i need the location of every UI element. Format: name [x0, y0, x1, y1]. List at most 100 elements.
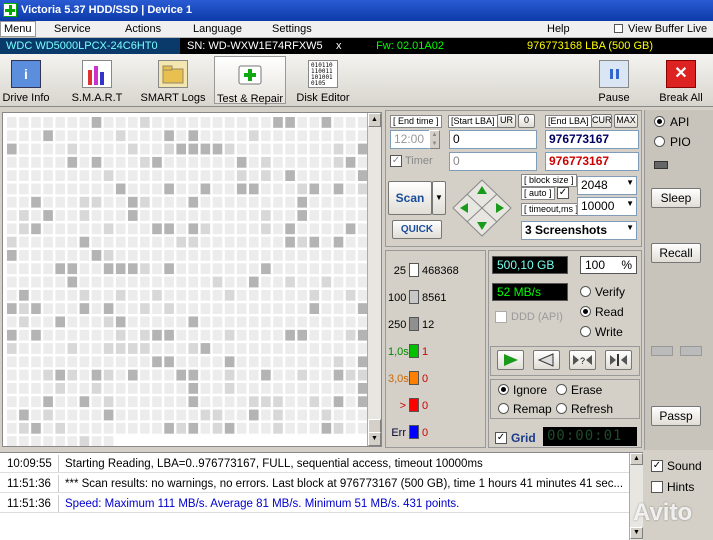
passp-button[interactable]: Passp: [651, 406, 701, 426]
timer-checkbox[interactable]: ✓: [390, 155, 402, 167]
sleep-button[interactable]: Sleep: [651, 188, 701, 208]
block-cell: [176, 143, 186, 155]
grid-scrollbar[interactable]: ▲ ▼: [367, 113, 381, 446]
grid-checkbox[interactable]: ✓: [495, 432, 507, 444]
play-forward-icon[interactable]: [497, 350, 524, 370]
ur-button[interactable]: UR: [497, 114, 516, 128]
block-cell: [261, 143, 271, 155]
api-radio[interactable]: [654, 116, 665, 127]
scan-button[interactable]: Scan: [388, 181, 432, 215]
block-cell: [67, 117, 78, 128]
menu-service[interactable]: Service: [54, 23, 91, 35]
block-cell: [19, 250, 29, 261]
log-message: Starting Reading, LBA=0..976773167, FULL…: [58, 455, 483, 472]
break-all-button[interactable]: ✕ Break All: [655, 56, 707, 104]
block-cell: [7, 436, 17, 446]
block-cell: [19, 156, 29, 168]
block-cell: [297, 236, 307, 248]
direction-pad[interactable]: [451, 178, 513, 238]
close-device-icon[interactable]: x: [333, 38, 347, 54]
seek-random-icon[interactable]: ?: [569, 350, 596, 370]
end-lba-input[interactable]: 976773167: [545, 130, 639, 149]
pause-button[interactable]: Pause: [593, 56, 635, 104]
write-radio[interactable]: [580, 326, 591, 337]
menu-settings[interactable]: Settings: [272, 23, 312, 35]
menu-help[interactable]: Help: [547, 23, 570, 35]
cur-button[interactable]: CUR: [591, 114, 612, 128]
quick-button[interactable]: QUICK: [392, 220, 442, 239]
block-cell: [43, 436, 53, 446]
drive-info-button[interactable]: i Drive Info: [0, 56, 52, 104]
play-back-icon[interactable]: [533, 350, 560, 370]
block-cell: [249, 289, 259, 301]
block-cell: [345, 316, 356, 328]
scroll-thumb[interactable]: [368, 419, 381, 433]
block-cell: [273, 263, 283, 275]
test-repair-button[interactable]: Test & Repair: [214, 56, 286, 105]
block-cell: [55, 117, 65, 128]
recall-button[interactable]: Recall: [651, 243, 701, 263]
time-spinner-icon[interactable]: ▲ ▼: [429, 130, 440, 149]
smart-logs-button[interactable]: SMART Logs: [138, 56, 208, 104]
verify-radio[interactable]: [580, 286, 591, 297]
log-scroll-down-icon[interactable]: ▼: [630, 527, 643, 539]
block-cell: [200, 117, 211, 128]
disk-editor-button[interactable]: 010110 110011 101001 0105 Disk Editor: [294, 56, 352, 104]
elapsed-timer: 00:00:01: [543, 427, 637, 446]
timer-input[interactable]: 0: [449, 152, 537, 171]
block-cell: [140, 236, 150, 248]
block-cell: [176, 409, 186, 421]
scroll-up-icon[interactable]: ▲: [368, 113, 381, 127]
block-cell: [297, 130, 307, 142]
block-cell: [43, 143, 53, 155]
block-cell: [321, 396, 332, 408]
erase-radio[interactable]: [556, 384, 567, 395]
hints-checkbox[interactable]: [651, 481, 663, 493]
block-cell: [79, 130, 90, 142]
menu-actions[interactable]: Actions: [125, 23, 161, 35]
block-cell: [200, 369, 211, 381]
block-cell: [188, 369, 199, 381]
max-button[interactable]: MAX: [614, 114, 638, 128]
block-cell: [188, 356, 199, 368]
remap-radio[interactable]: [498, 403, 509, 414]
device-model[interactable]: WDC WD5000LPCX-24C6HT0: [0, 38, 180, 54]
refresh-radio[interactable]: [556, 403, 567, 414]
ignore-radio[interactable]: [498, 384, 509, 395]
block-cell: [188, 130, 199, 142]
log-message: *** Scan results: no warnings, no errors…: [58, 475, 623, 492]
block-cell: [128, 156, 138, 168]
timeout-select[interactable]: 10000 ▼: [577, 197, 637, 216]
menu-menu[interactable]: Menu: [0, 21, 36, 37]
menu-language[interactable]: Language: [193, 23, 242, 35]
block-cell: [19, 196, 29, 208]
block-cell: [164, 156, 174, 168]
smart-button[interactable]: S.M.A.R.T: [66, 56, 128, 104]
zero-button[interactable]: 0: [518, 114, 535, 128]
block-cell: [55, 130, 65, 142]
block-cell: [200, 156, 211, 168]
block-cell: [43, 329, 53, 341]
block-cell: [43, 170, 53, 181]
block-cell: [285, 369, 295, 381]
read-radio[interactable]: [580, 306, 591, 317]
end-time-input[interactable]: 12:00: [390, 130, 430, 149]
log-scroll-up-icon[interactable]: ▲: [630, 453, 643, 465]
block-cell: [212, 236, 223, 248]
view-buffer-checkbox[interactable]: [614, 24, 623, 33]
ddd-checkbox[interactable]: [495, 311, 507, 323]
auto-checkbox[interactable]: ✓: [557, 187, 569, 199]
screenshots-select[interactable]: 3 Screenshots ▼: [521, 221, 637, 240]
pio-radio[interactable]: [654, 136, 665, 147]
block-cell: [212, 250, 223, 261]
scan-dropdown-icon[interactable]: ▼: [432, 181, 446, 215]
block-cell: [224, 316, 235, 328]
block-cell: [152, 223, 162, 235]
seek-end-icon[interactable]: [605, 350, 632, 370]
scroll-down-icon[interactable]: ▼: [368, 432, 381, 446]
block-size-select[interactable]: 2048 ▼: [577, 176, 637, 195]
block-cell: [91, 196, 102, 208]
block-cell: [261, 303, 271, 314]
sound-checkbox[interactable]: ✓: [651, 460, 663, 472]
start-lba-input[interactable]: 0: [449, 130, 537, 149]
